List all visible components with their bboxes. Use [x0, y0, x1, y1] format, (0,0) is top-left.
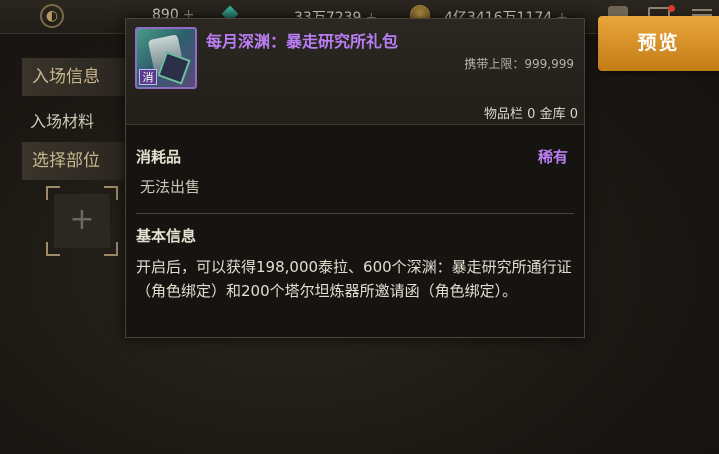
preview-button[interactable]: 预览	[598, 16, 719, 71]
carry-limit: 携带上限：999,999	[464, 57, 574, 71]
storage-count: 物品栏 0 金库 0	[484, 107, 578, 122]
item-description: 开启后，可以获得198,000泰拉、600个深渊：暴走研究所通行证（角色绑定）和…	[136, 258, 572, 300]
entry-material-label: 入场材料	[30, 112, 95, 131]
basic-info-heading: 基本信息	[136, 227, 197, 245]
sell-status: 无法出售	[140, 178, 201, 196]
item-rarity: 稀有	[537, 148, 568, 166]
tooltip-header: 消 每月深渊：暴走研究所礼包 携带上限：999,999 物品栏 0 金库 0	[126, 19, 584, 125]
notification-dot	[668, 5, 675, 12]
game-screen: ◐ 890+ 33万7239+ 4亿3416万1174+ 预览 入场信息 入场材…	[0, 0, 719, 454]
entry-info-header: 入场信息	[22, 58, 126, 96]
divider	[136, 213, 574, 214]
item-tooltip: 消 每月深渊：暴走研究所礼包 携带上限：999,999 物品栏 0 金库 0 消…	[125, 18, 585, 338]
select-part-header: 选择部位	[22, 142, 126, 180]
add-slot-button[interactable]: +	[54, 194, 110, 248]
item-type: 消耗品	[136, 148, 182, 166]
item-box-icon: 消	[135, 27, 197, 89]
consumable-badge: 消	[139, 69, 157, 85]
equipment-slot[interactable]: +	[46, 186, 118, 256]
logo-icon[interactable]: ◐	[40, 4, 64, 28]
item-name: 每月深渊：暴走研究所礼包	[206, 32, 399, 51]
